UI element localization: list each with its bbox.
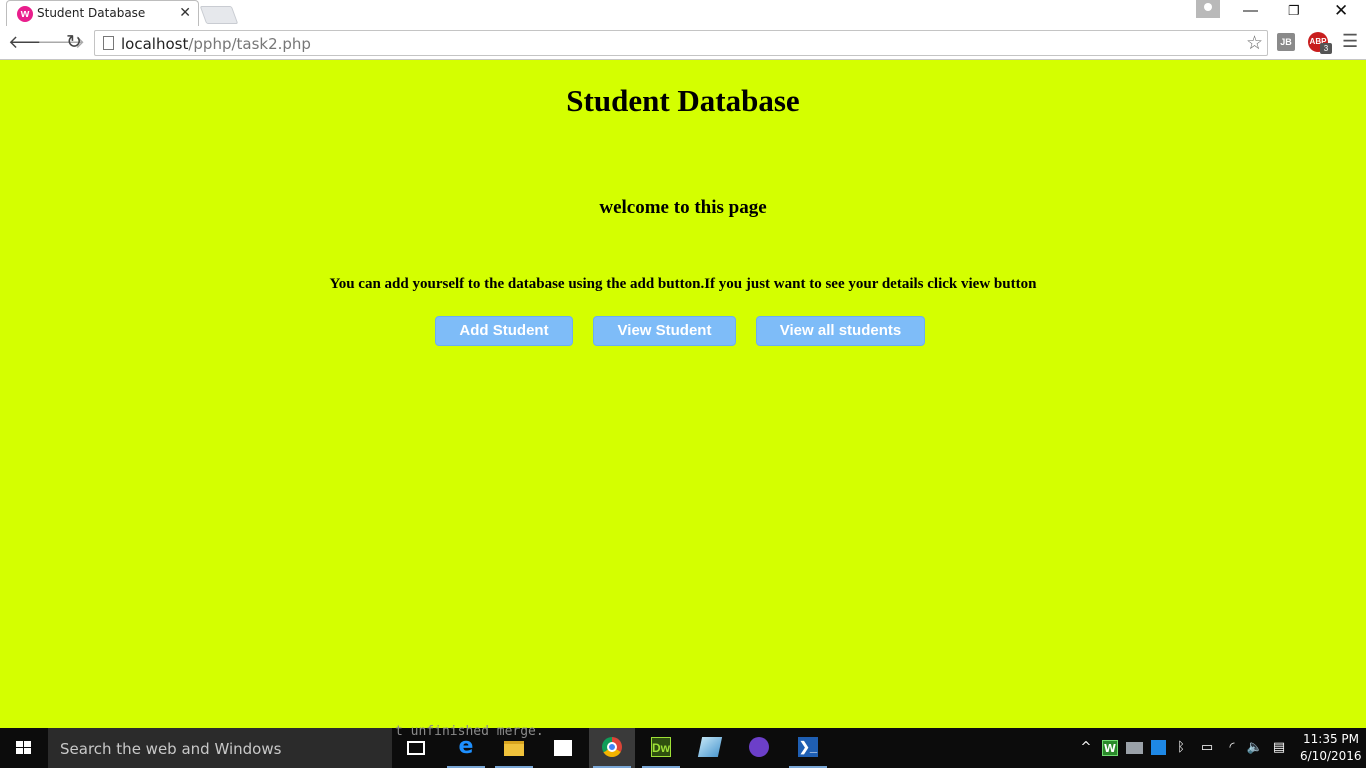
wamp-favicon-icon: w bbox=[17, 6, 33, 22]
taskbar-app-store[interactable] bbox=[540, 728, 586, 768]
view-student-button[interactable]: View Student bbox=[593, 316, 736, 346]
bluetooth-icon[interactable]: ᛒ bbox=[1175, 740, 1187, 756]
taskbar-app-powershell[interactable]: ❯_ bbox=[785, 728, 831, 768]
address-bar[interactable]: localhost/pphp/task2.php ☆ bbox=[94, 30, 1268, 56]
show-hidden-icons-icon[interactable]: ^ bbox=[1079, 740, 1093, 756]
jb-extension-icon[interactable]: JB bbox=[1277, 33, 1295, 51]
chrome-icon bbox=[602, 737, 622, 757]
page-title: Student Database bbox=[566, 83, 800, 118]
display-tray-icon[interactable] bbox=[1126, 742, 1143, 754]
new-tab-button[interactable] bbox=[199, 6, 239, 24]
page-content: Student Database welcome to this page Yo… bbox=[0, 61, 1366, 728]
url-text[interactable]: localhost/pphp/task2.php bbox=[121, 35, 311, 53]
search-placeholder: Search the web and Windows bbox=[60, 740, 282, 758]
browser-toolbar: 🡐 🡒 ↻ localhost/pphp/task2.php ☆ JB ABP … bbox=[0, 26, 1366, 60]
taskbar-app-edge[interactable]: e bbox=[443, 728, 489, 768]
folder-icon bbox=[504, 741, 524, 756]
wamp-tray-icon[interactable]: W bbox=[1102, 740, 1118, 756]
tab-title: Student Database bbox=[37, 6, 146, 20]
start-button[interactable] bbox=[0, 728, 48, 768]
reload-icon[interactable]: ↻ bbox=[66, 31, 82, 54]
notifications-icon[interactable]: ▤ bbox=[1271, 740, 1287, 756]
clock-date[interactable]: 6/10/2016 bbox=[1300, 749, 1362, 763]
adblock-count-badge: 3 bbox=[1320, 43, 1332, 54]
volume-icon[interactable]: 🔈 bbox=[1246, 740, 1264, 756]
task-view-button[interactable] bbox=[393, 728, 439, 768]
taskbar-search-box[interactable]: Search the web and Windows bbox=[48, 728, 392, 768]
windows-logo-icon bbox=[16, 741, 32, 755]
app-icon bbox=[697, 737, 723, 757]
taskbar-app-dreamweaver[interactable]: Dw bbox=[638, 728, 684, 768]
profile-icon[interactable] bbox=[1196, 0, 1220, 18]
taskbar-app-7[interactable] bbox=[687, 728, 733, 768]
taskbar-app-file-explorer[interactable] bbox=[491, 728, 537, 768]
browser-tab[interactable]: w Student Database ✕ bbox=[6, 0, 199, 26]
tab-close-icon[interactable]: ✕ bbox=[179, 4, 191, 21]
page-icon bbox=[103, 36, 114, 50]
close-window-icon[interactable]: ✕ bbox=[1334, 1, 1348, 21]
dreamweaver-icon: Dw bbox=[651, 737, 671, 757]
powershell-icon: ❯_ bbox=[798, 737, 818, 757]
browser-titlebar: w Student Database ✕ — ❐ ✕ bbox=[0, 0, 1366, 26]
add-student-button[interactable]: Add Student bbox=[435, 316, 573, 346]
store-icon bbox=[554, 740, 572, 756]
taskbar-app-github[interactable] bbox=[736, 728, 782, 768]
edge-icon: e bbox=[458, 734, 474, 759]
github-icon bbox=[749, 737, 769, 757]
clock-time[interactable]: 11:35 PM bbox=[1303, 732, 1359, 746]
restore-icon[interactable]: ❐ bbox=[1288, 3, 1300, 19]
taskbar-app-chrome[interactable] bbox=[589, 728, 635, 768]
wifi-icon[interactable]: ◜ bbox=[1224, 740, 1240, 756]
chrome-menu-icon[interactable]: ☰ bbox=[1342, 31, 1358, 52]
task-view-icon bbox=[407, 741, 425, 755]
windows-taskbar: t unfinished merge. Search the web and W… bbox=[0, 724, 1366, 768]
battery-icon[interactable]: ▭ bbox=[1198, 740, 1216, 756]
network-app-tray-icon[interactable] bbox=[1151, 740, 1166, 755]
minimize-icon[interactable]: — bbox=[1243, 2, 1258, 19]
page-description: You can add yourself to the database usi… bbox=[329, 276, 1037, 292]
view-all-students-button[interactable]: View all students bbox=[756, 316, 925, 346]
welcome-heading: welcome to this page bbox=[599, 197, 767, 218]
bookmark-star-icon[interactable]: ☆ bbox=[1246, 32, 1263, 55]
